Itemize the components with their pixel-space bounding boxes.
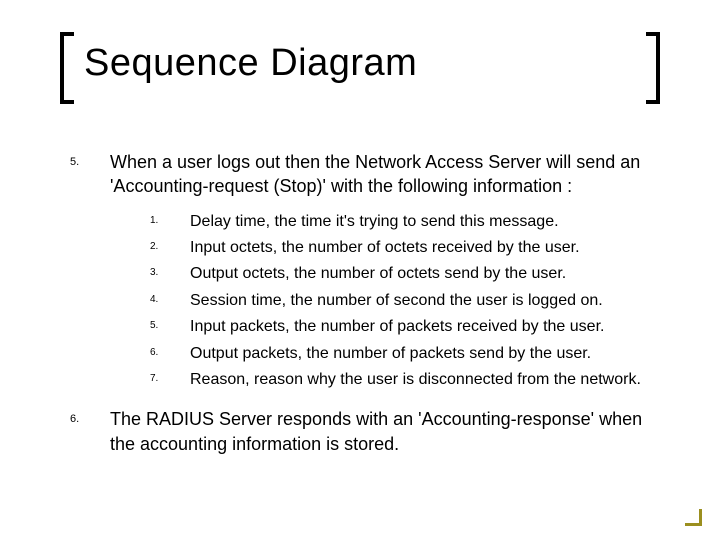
slide-title: Sequence Diagram xyxy=(84,42,417,85)
list-number: 3. xyxy=(150,261,190,287)
list-text: Delay time, the time it's trying to send… xyxy=(190,209,660,235)
list-number: 6. xyxy=(150,341,190,367)
list-text: Output packets, the number of packets se… xyxy=(190,341,660,367)
corner-mark-icon xyxy=(685,509,702,526)
list-item: 3. Output octets, the number of octets s… xyxy=(150,261,660,287)
list-item: 2. Input octets, the number of octets re… xyxy=(150,235,660,261)
list-number: 5. xyxy=(150,314,190,340)
list-text: Reason, reason why the user is disconnec… xyxy=(190,367,660,393)
list-number: 7. xyxy=(150,367,190,393)
list-number: 1. xyxy=(150,209,190,235)
list-item: 1. Delay time, the time it's trying to s… xyxy=(150,209,660,235)
list-item: 6. Output packets, the number of packets… xyxy=(150,341,660,367)
list-text: The RADIUS Server responds with an 'Acco… xyxy=(110,407,660,456)
list-item: 6. The RADIUS Server responds with an 'A… xyxy=(70,407,660,456)
list-item: 4. Session time, the number of second th… xyxy=(150,288,660,314)
slide-body: 5. When a user logs out then the Network… xyxy=(70,150,660,466)
list-number: 2. xyxy=(150,235,190,261)
list-text: Session time, the number of second the u… xyxy=(190,288,660,314)
title-container: Sequence Diagram xyxy=(60,38,660,98)
list-number: 6. xyxy=(70,407,110,456)
bracket-right-icon xyxy=(646,32,660,104)
list-text: When a user logs out then the Network Ac… xyxy=(110,150,660,199)
list-number: 5. xyxy=(70,150,110,199)
list-number: 4. xyxy=(150,288,190,314)
list-text: Output octets, the number of octets send… xyxy=(190,261,660,287)
list-item: 5. Input packets, the number of packets … xyxy=(150,314,660,340)
sub-list: 1. Delay time, the time it's trying to s… xyxy=(150,209,660,394)
slide: Sequence Diagram 5. When a user logs out… xyxy=(0,0,720,540)
list-item: 5. When a user logs out then the Network… xyxy=(70,150,660,199)
list-text: Input packets, the number of packets rec… xyxy=(190,314,660,340)
bracket-left-icon xyxy=(60,32,74,104)
list-item: 7. Reason, reason why the user is discon… xyxy=(150,367,660,393)
list-text: Input octets, the number of octets recei… xyxy=(190,235,660,261)
